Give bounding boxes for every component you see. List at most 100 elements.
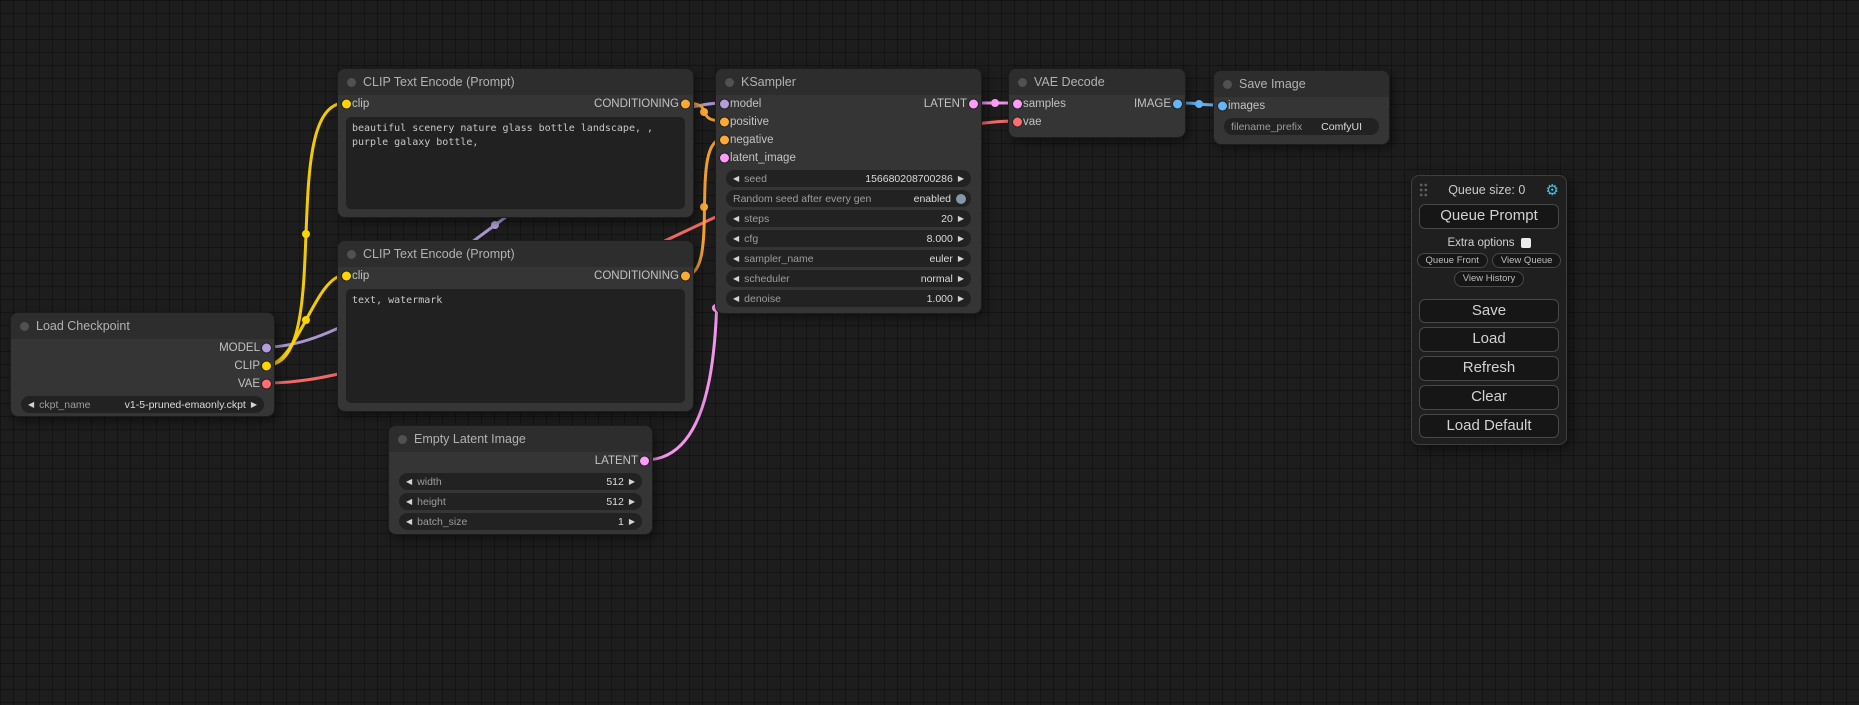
left-arrow-icon[interactable]: ◀ [733,235,739,243]
output-slot-clip[interactable] [262,362,271,371]
wire-image-midpoint [1195,100,1203,108]
output-slot-conditioning[interactable] [681,100,690,109]
input-slot-negative[interactable] [720,136,729,145]
node-clip-text-encode-negative[interactable]: CLIP Text Encode (Prompt) clip CONDITION… [337,240,694,412]
load-default-button[interactable]: Load Default [1419,414,1559,439]
right-arrow-icon[interactable]: ▶ [958,215,964,223]
widget-batch-size[interactable]: ◀ batch_size 1 ▶ [399,513,642,530]
widget-value: 156680208700286 [865,173,953,185]
input-slot-latent-image[interactable] [720,154,729,163]
node-save-image[interactable]: Save Image images filename_prefix ComfyU… [1213,70,1390,145]
collapse-dot-icon[interactable] [347,250,356,259]
widget-value: 1 [618,516,624,528]
collapse-dot-icon[interactable] [725,78,734,87]
widget-filename-prefix[interactable]: filename_prefix ComfyUI [1224,118,1379,135]
widget-cfg[interactable]: ◀ cfg 8.000 ▶ [726,230,971,247]
widget-height[interactable]: ◀ height 512 ▶ [399,493,642,510]
output-slot-image[interactable] [1173,100,1182,109]
node-vae-decode[interactable]: VAE Decode samples IMAGE vae [1008,68,1186,138]
output-label-latent: LATENT [595,455,638,467]
left-arrow-icon[interactable]: ◀ [733,175,739,183]
clear-button[interactable]: Clear [1419,385,1559,410]
slot-row: CLIP [11,357,274,375]
right-arrow-icon[interactable]: ▶ [629,518,635,526]
refresh-button[interactable]: Refresh [1419,356,1559,381]
input-slot-model[interactable] [720,100,729,109]
slot-row: vae [1009,113,1185,131]
right-arrow-icon[interactable]: ▶ [251,401,257,409]
widget-seed[interactable]: ◀ seed 156680208700286 ▶ [726,170,971,187]
widget-steps[interactable]: ◀ steps 20 ▶ [726,210,971,227]
widget-value: 512 [606,476,624,488]
node-title-bar[interactable]: Empty Latent Image [389,426,652,452]
toggle-knob[interactable] [956,194,966,204]
queue-prompt-button[interactable]: Queue Prompt [1419,204,1559,229]
output-slot-latent[interactable] [969,100,978,109]
widget-sampler-name[interactable]: ◀ sampler_name euler ▶ [726,250,971,267]
right-arrow-icon[interactable]: ▶ [958,255,964,263]
prompt-textarea[interactable]: text, watermark [346,289,685,403]
load-button[interactable]: Load [1419,327,1559,352]
node-empty-latent-image[interactable]: Empty Latent Image LATENT ◀ width 512 ▶ … [388,425,653,535]
left-arrow-icon[interactable]: ◀ [733,215,739,223]
collapse-dot-icon[interactable] [20,322,29,331]
right-arrow-icon[interactable]: ▶ [629,498,635,506]
output-slot-latent[interactable] [640,457,649,466]
node-ksampler[interactable]: KSampler model LATENT positive negative … [715,68,982,314]
view-queue-button[interactable]: View Queue [1492,253,1562,268]
slot-row: latent_image [716,149,981,167]
left-arrow-icon[interactable]: ◀ [733,275,739,283]
extra-options-checkbox[interactable] [1521,238,1531,248]
node-title-bar[interactable]: CLIP Text Encode (Prompt) [338,69,693,95]
node-load-checkpoint[interactable]: Load Checkpoint MODEL CLIP VAE ◀ ckpt_na… [10,312,275,417]
widget-scheduler[interactable]: ◀ scheduler normal ▶ [726,270,971,287]
widget-label: filename_prefix [1231,121,1302,133]
collapse-dot-icon[interactable] [398,435,407,444]
output-slot-vae[interactable] [262,380,271,389]
node-title-bar[interactable]: VAE Decode [1009,69,1185,95]
right-arrow-icon[interactable]: ▶ [958,235,964,243]
right-arrow-icon[interactable]: ▶ [958,295,964,303]
widget-width[interactable]: ◀ width 512 ▶ [399,473,642,490]
node-clip-text-encode-positive[interactable]: CLIP Text Encode (Prompt) clip CONDITION… [337,68,694,218]
node-title-bar[interactable]: CLIP Text Encode (Prompt) [338,241,693,267]
input-slot-samples[interactable] [1013,100,1022,109]
node-title-bar[interactable]: Load Checkpoint [11,313,274,339]
widget-denoise[interactable]: ◀ denoise 1.000 ▶ [726,290,971,307]
widget-value: euler [929,253,952,265]
node-title-bar[interactable]: KSampler [716,69,981,95]
view-history-button[interactable]: View History [1454,271,1525,286]
queue-front-button[interactable]: Queue Front [1417,253,1488,268]
input-slot-clip[interactable] [342,100,351,109]
widget-ckpt-name[interactable]: ◀ ckpt_name v1-5-pruned-emaonly.ckpt ▶ [21,396,264,413]
widget-value: 512 [606,496,624,508]
input-slot-clip[interactable] [342,272,351,281]
wire-clip-negative-midpoint [302,316,310,324]
input-slot-vae[interactable] [1013,118,1022,127]
node-title-bar[interactable]: Save Image [1214,71,1389,97]
output-slot-model[interactable] [262,344,271,353]
drag-handle-icon[interactable] [1419,183,1428,197]
right-arrow-icon[interactable]: ▶ [629,478,635,486]
queue-buttons-row: Queue Front View Queue [1412,253,1566,268]
prompt-textarea[interactable]: beautiful scenery nature glass bottle la… [346,117,685,209]
widget-random-seed-toggle[interactable]: Random seed after every gen enabled [726,190,971,207]
settings-gear-icon[interactable]: ⚙ [1546,183,1559,198]
input-slot-positive[interactable] [720,118,729,127]
widget-label: sampler_name [744,253,813,265]
left-arrow-icon[interactable]: ◀ [733,255,739,263]
save-button[interactable]: Save [1419,299,1559,324]
left-arrow-icon[interactable]: ◀ [406,518,412,526]
collapse-dot-icon[interactable] [347,78,356,87]
collapse-dot-icon[interactable] [1223,80,1232,89]
right-arrow-icon[interactable]: ▶ [958,175,964,183]
input-slot-images[interactable] [1218,102,1227,111]
left-arrow-icon[interactable]: ◀ [406,498,412,506]
right-arrow-icon[interactable]: ▶ [958,275,964,283]
left-arrow-icon[interactable]: ◀ [406,478,412,486]
left-arrow-icon[interactable]: ◀ [28,401,34,409]
left-arrow-icon[interactable]: ◀ [733,295,739,303]
collapse-dot-icon[interactable] [1018,78,1027,87]
output-label-clip: CLIP [234,360,260,372]
output-slot-conditioning[interactable] [681,272,690,281]
